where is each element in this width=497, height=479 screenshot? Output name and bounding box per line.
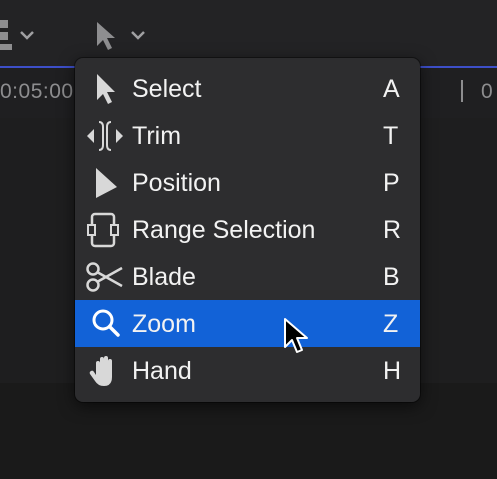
mouse-pointer-icon	[284, 318, 308, 353]
menu-item-select[interactable]: Select A	[75, 65, 420, 112]
toolbar	[0, 0, 497, 66]
menu-item-hand[interactable]: Hand H	[75, 347, 420, 394]
menu-item-trim[interactable]: Trim T	[75, 112, 420, 159]
menu-item-shortcut: P	[383, 169, 400, 197]
ruler-tick	[461, 80, 463, 102]
menu-item-label: Hand	[132, 357, 192, 385]
menu-item-shortcut: R	[383, 216, 402, 244]
menu-item-shortcut: T	[383, 122, 399, 150]
menu-item-shortcut: B	[383, 263, 400, 291]
menu-item-zoom[interactable]: Zoom Z	[75, 300, 420, 347]
magnifier-icon	[92, 309, 120, 337]
menu-item-range-selection[interactable]: Range Selection R	[75, 206, 420, 253]
menu-item-label: Position	[132, 169, 221, 197]
chevron-down-icon[interactable]	[19, 29, 35, 41]
menu-item-shortcut: Z	[383, 310, 399, 338]
menu-item-shortcut: A	[383, 75, 400, 103]
tool-chevron-down-icon[interactable]	[130, 29, 146, 41]
range-selection-icon	[87, 212, 119, 248]
ruler-timecode: 0:05:00	[0, 80, 74, 103]
tool-arrow-icon[interactable]	[95, 20, 117, 52]
menu-item-label: Trim	[132, 122, 182, 150]
position-arrow-icon	[96, 168, 117, 198]
menu-item-label: Select	[132, 75, 202, 103]
hand-icon	[89, 356, 112, 386]
arrow-pointer-icon	[97, 74, 115, 104]
menu-item-label: Blade	[132, 263, 196, 291]
menu-item-shortcut: H	[383, 357, 402, 385]
ruler-timecode-right: 0	[481, 80, 494, 103]
menu-item-blade[interactable]: Blade B	[75, 253, 420, 300]
tools-menu: Select A Trim T Position P Range Selecti…	[75, 58, 420, 402]
menu-item-label: Range Selection	[132, 216, 316, 244]
scissors-icon	[86, 262, 123, 292]
trim-icon	[87, 121, 123, 151]
menu-item-position[interactable]: Position P	[75, 159, 420, 206]
menu-item-label: Zoom	[132, 310, 196, 338]
clip-appearance-icon[interactable]	[0, 18, 14, 52]
